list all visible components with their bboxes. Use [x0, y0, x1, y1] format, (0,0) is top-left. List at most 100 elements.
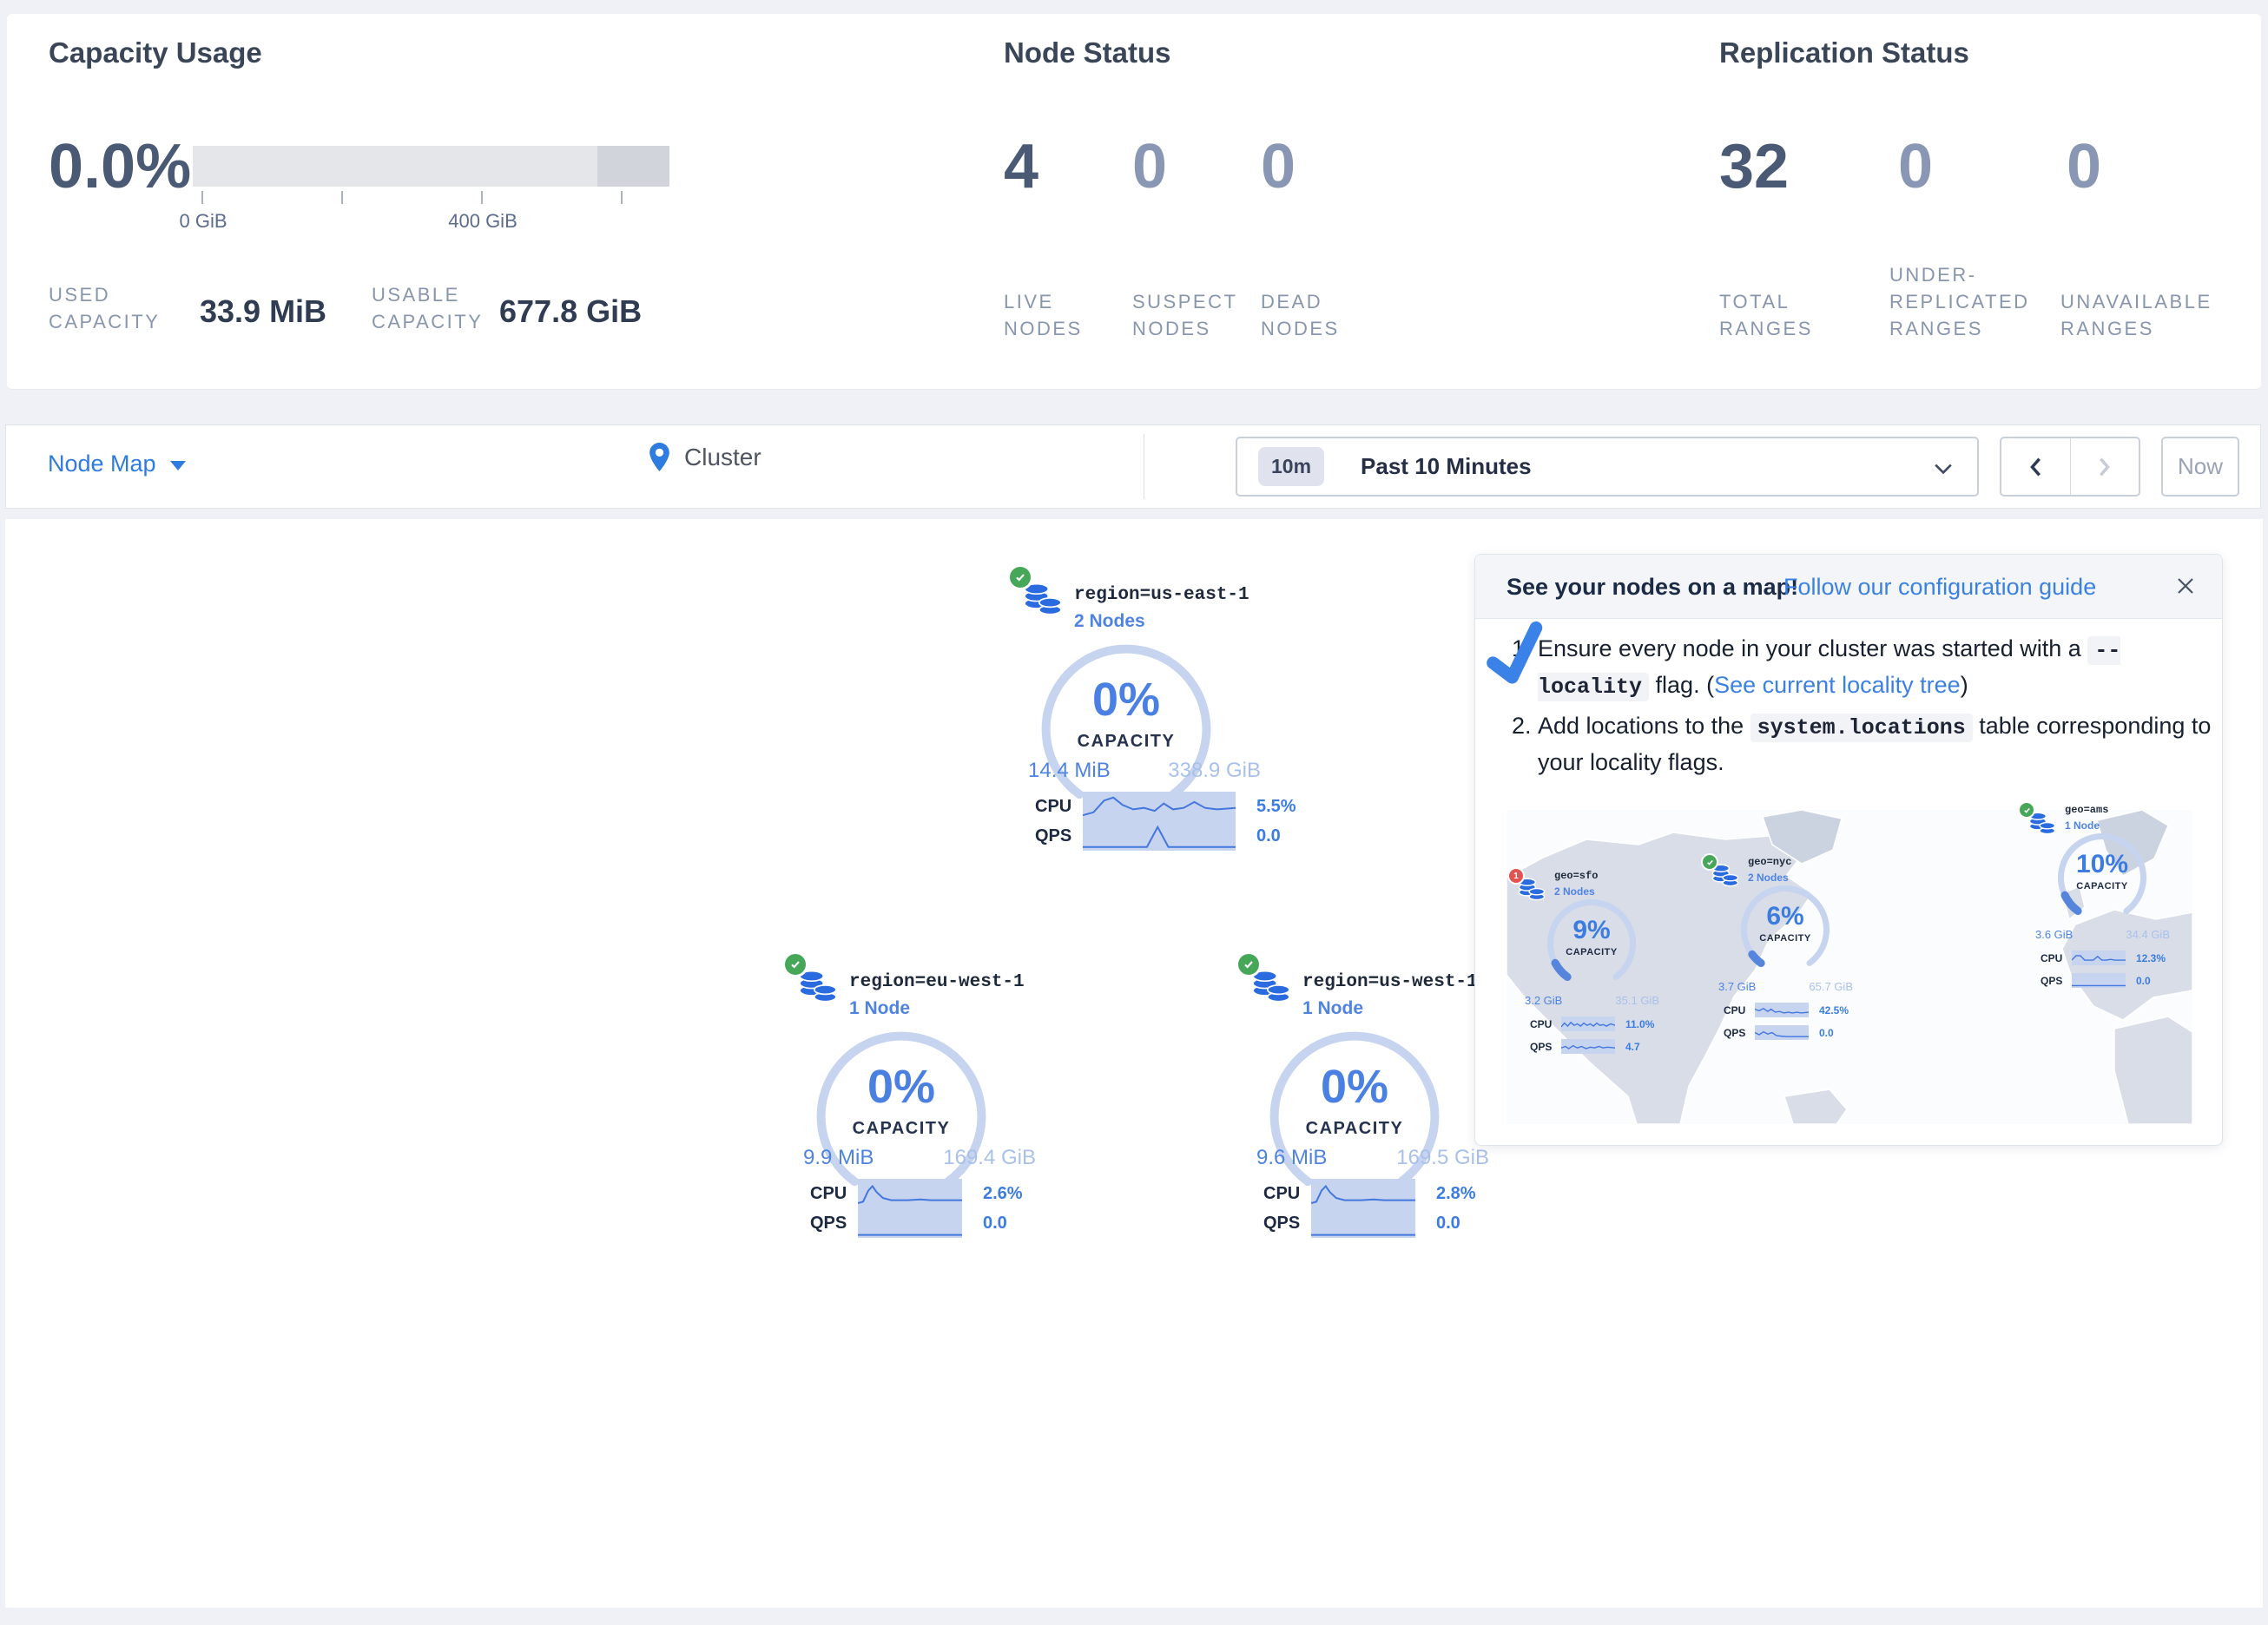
cpu-metric-row: CPU 42.5%: [1724, 1003, 1849, 1017]
qps-sparkline: [1311, 1208, 1415, 1238]
capacity-axis-tick: [201, 191, 203, 204]
capacity-used: 14.4 MiB: [1028, 759, 1111, 783]
cpu-metric-row: CPU 2.6%: [810, 1179, 1023, 1208]
database-nodes-icon: [2028, 811, 2056, 837]
capacity-total: 338.9 GiB: [1168, 759, 1261, 783]
database-nodes-icon: [1711, 863, 1739, 889]
qps-label: QPS: [810, 1214, 858, 1234]
qps-value: 0.0: [1256, 826, 1281, 846]
database-nodes-icon: [1251, 969, 1291, 1005]
qps-metric-row: QPS 4.7: [1530, 1039, 1640, 1054]
breadcrumb-label: Cluster: [684, 444, 761, 471]
capacity-percent: 6%: [1738, 902, 1832, 931]
time-step-buttons: [2000, 437, 2140, 497]
region-name: region=us-east-1: [1074, 585, 1249, 605]
popup-header: See your nodes on a map! Follow our conf…: [1475, 555, 2222, 619]
region-node-count: 2 Nodes: [1074, 611, 1145, 632]
total-ranges-label: TOTALRANGES: [1719, 288, 1813, 342]
system-locations-code: system.locations: [1750, 714, 1973, 742]
database-nodes-icon: [1518, 877, 1546, 903]
node-status-title: Node Status: [1004, 36, 1171, 69]
qps-metric-row: QPS 0.0: [810, 1208, 1007, 1238]
capacity-used: 9.9 MiB: [803, 1146, 874, 1170]
cpu-metric-row: CPU 12.3%: [2041, 951, 2166, 965]
capacity-label: CAPACITY: [1545, 947, 1638, 957]
capacity-values: 14.4 MiB 338.9 GiB: [1028, 759, 1261, 783]
locality-tree-link[interactable]: See current locality tree: [1714, 672, 1961, 698]
cpu-sparkline: [1311, 1179, 1415, 1208]
locality-name: geo=sfo: [1554, 870, 1598, 882]
configuration-guide-link[interactable]: Follow our configuration guide: [1783, 574, 2096, 601]
time-forward-button[interactable]: [2071, 438, 2139, 495]
chevron-down-icon: [1934, 463, 1953, 475]
under-replicated-label: UNDER-REPLICATEDRANGES: [1889, 261, 2030, 342]
cpu-sparkline: [1083, 792, 1236, 821]
status-warning-icon: 1: [1509, 869, 1523, 883]
cpu-metric-row: CPU 11.0%: [1530, 1016, 1654, 1031]
status-healthy-icon: [1010, 567, 1031, 588]
locality-node-count: 2 Nodes: [1554, 885, 1595, 898]
configuration-steps: Ensure every node in your cluster was st…: [1507, 631, 2217, 785]
suspect-nodes-count: 0: [1132, 135, 1167, 198]
cpu-sparkline: [1561, 1016, 1615, 1031]
time-back-button[interactable]: [2001, 438, 2071, 495]
capacity-percent: 0%: [810, 1060, 992, 1114]
cpu-metric-row: CPU 2.8%: [1263, 1179, 1476, 1208]
status-healthy-icon: [2020, 803, 2034, 817]
qps-value: 0.0: [1436, 1214, 1460, 1234]
cpu-sparkline: [2072, 951, 2126, 965]
cluster-summary-bar: Capacity Usage 0.0% 0 GiB 400 GiB USEDCA…: [7, 14, 2261, 390]
unavailable-ranges-label: UNAVAILABLERANGES: [2060, 288, 2212, 342]
locality-node-count: 2 Nodes: [1748, 872, 1789, 884]
qps-value: 0.0: [983, 1214, 1007, 1234]
total-ranges-count: 32: [1719, 135, 1789, 198]
time-range-label: Past 10 Minutes: [1361, 453, 1532, 480]
cpu-value: 5.5%: [1256, 797, 1296, 817]
capacity-axis-label-0: 0 GiB: [179, 210, 227, 233]
usable-capacity-value: 677.8 GiB: [499, 293, 642, 330]
close-icon[interactable]: [2175, 576, 2196, 596]
now-button[interactable]: Now: [2161, 437, 2239, 497]
under-replicated-count: 0: [1898, 135, 1933, 198]
cpu-value: 2.6%: [983, 1184, 1023, 1204]
capacity-values: 3.6 GiB 34.4 GiB: [2035, 928, 2170, 941]
capacity-used: 9.6 MiB: [1256, 1146, 1327, 1170]
database-nodes-icon: [1023, 582, 1063, 618]
region-name: region=eu-west-1: [849, 972, 1025, 992]
popup-title: See your nodes on a map!: [1507, 574, 1798, 601]
node-map-preview: 1 geo=sfo 2 Nodes: [1507, 810, 2192, 1124]
capacity-axis-label-400: 400 GiB: [448, 210, 518, 233]
dead-nodes-count: 0: [1261, 135, 1296, 198]
unavailable-ranges-count: 0: [2067, 135, 2101, 198]
locality-node-count: 1 Node: [2065, 819, 2100, 832]
qps-sparkline: [1561, 1039, 1615, 1054]
chevron-down-icon: [170, 461, 186, 470]
chevron-right-icon: [2099, 457, 2111, 477]
map-pin-icon: [649, 443, 670, 471]
live-nodes-count: 4: [1004, 135, 1038, 198]
breadcrumb[interactable]: Cluster: [649, 443, 761, 471]
capacity-axis-tick: [481, 191, 483, 204]
status-healthy-icon: [1703, 855, 1717, 869]
capacity-values: 3.2 GiB 35.1 GiB: [1525, 994, 1659, 1007]
qps-label: QPS: [1263, 1214, 1311, 1234]
view-mode-label: Node Map: [48, 451, 156, 477]
view-mode-dropdown[interactable]: Node Map: [48, 451, 186, 477]
status-healthy-icon: [1238, 954, 1259, 975]
map-toolbar: Node Map Cluster 10m Past 10 Minutes Now: [5, 424, 2261, 509]
cpu-metric-row: CPU 5.5%: [1035, 792, 1296, 821]
cpu-label: CPU: [1263, 1184, 1311, 1204]
qps-sparkline: [1083, 821, 1236, 851]
time-range-selector[interactable]: 10m Past 10 Minutes: [1236, 437, 1979, 497]
qps-metric-row: QPS 0.0: [1724, 1025, 1834, 1040]
status-healthy-icon: [785, 954, 806, 975]
locality-name: geo=ams: [2065, 804, 2108, 816]
cpu-label: CPU: [1035, 797, 1083, 817]
cpu-sparkline: [1755, 1003, 1809, 1017]
node-map-canvas: region=us-east-1 2 Nodes 0% CAPACITY 14.…: [5, 519, 2263, 1608]
usable-capacity-label: USABLECAPACITY: [372, 281, 483, 335]
capacity-label: CAPACITY: [1738, 933, 1832, 944]
dead-nodes-label: DEADNODES: [1261, 288, 1340, 342]
qps-metric-row: QPS 0.0: [1035, 821, 1281, 851]
capacity-values: 9.9 MiB 169.4 GiB: [803, 1146, 1036, 1170]
